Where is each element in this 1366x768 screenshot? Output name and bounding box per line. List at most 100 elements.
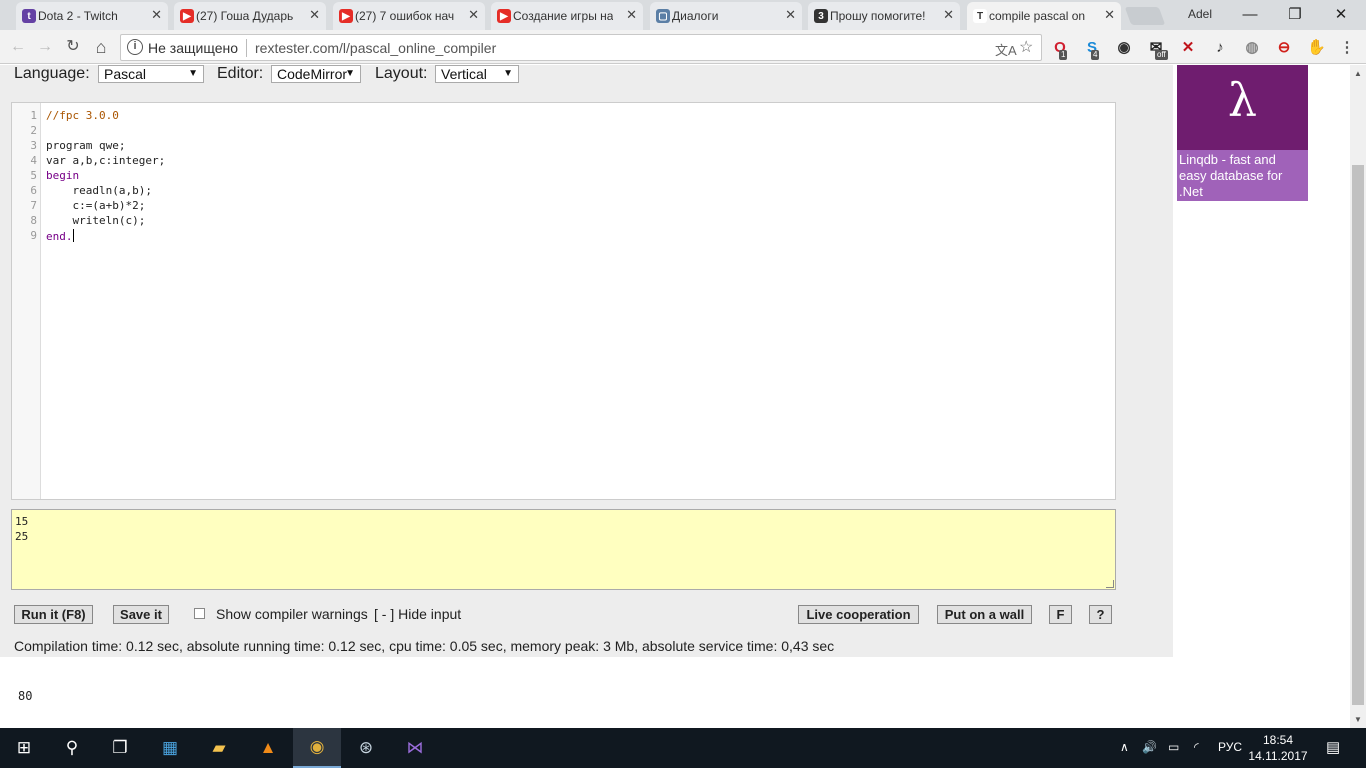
tab-label: Диалоги bbox=[672, 9, 719, 23]
url-text[interactable]: rextester.com/l/pascal_online_compiler bbox=[255, 40, 496, 56]
scroll-down-icon[interactable]: ▼ bbox=[1354, 715, 1362, 724]
youtube-icon: ▶ bbox=[497, 9, 511, 23]
address-bar[interactable]: i Не защищено rextester.com/l/pascal_onl… bbox=[120, 34, 1042, 61]
scroll-up-icon[interactable]: ▲ bbox=[1354, 69, 1362, 78]
code-line: var a,b,c:integer; bbox=[46, 154, 165, 167]
layout-value: Vertical bbox=[441, 66, 487, 82]
advertisement[interactable]: λ Linqdb - fast and easy database for .N… bbox=[1177, 65, 1308, 201]
browser-tab[interactable]: t Dota 2 - Twitch ✕ bbox=[16, 2, 168, 30]
visual-studio-icon[interactable]: ⋈ bbox=[391, 728, 439, 768]
search-icon[interactable]: ⚲ bbox=[48, 728, 96, 768]
input-line: 25 bbox=[15, 530, 29, 543]
minimize-button[interactable]: — bbox=[1227, 4, 1273, 26]
windows-taskbar: ∧ 🔊 ▭ ◜ РУС 18:54 14.11.2017 ▤ ⊞ ⚲ ❐ ▦ ▰ ▲ ◉ ⊛ ⋈ bbox=[0, 728, 1366, 768]
code-line: begin bbox=[46, 169, 79, 182]
chrome-icon[interactable]: ◉ bbox=[293, 728, 341, 768]
file-explorer-icon[interactable]: ▰ bbox=[195, 728, 243, 768]
code-text: writeln(c); bbox=[46, 214, 146, 227]
home-button[interactable]: ⌂ bbox=[90, 36, 112, 58]
save-button[interactable]: Save it bbox=[113, 605, 169, 624]
editor-select[interactable]: CodeMirror ▼ bbox=[271, 65, 361, 83]
browser-tab[interactable]: ▢ Диалоги ✕ bbox=[650, 2, 802, 30]
windows-start-icon[interactable]: ⊞ bbox=[0, 728, 48, 768]
code-text: begin bbox=[46, 169, 80, 182]
control-panel-icon[interactable]: ▦ bbox=[146, 728, 194, 768]
globe-icon[interactable]: ◍ bbox=[1243, 39, 1261, 57]
browser-tab[interactable]: ▶ Создание игры на ✕ bbox=[491, 2, 643, 30]
layout-select[interactable]: Vertical ▼ bbox=[435, 65, 519, 83]
info-icon[interactable]: i bbox=[127, 39, 143, 55]
compiler-panel: Language: Pascal ▼ Editor: CodeMirror ▼ … bbox=[0, 65, 1173, 657]
close-icon[interactable]: ✕ bbox=[468, 8, 479, 22]
task-view-icon[interactable]: ❐ bbox=[96, 728, 144, 768]
input-language[interactable]: РУС bbox=[1218, 740, 1242, 754]
code-text: program qwe; bbox=[46, 139, 126, 152]
maximize-button[interactable]: ❐ bbox=[1272, 4, 1318, 26]
steam-icon[interactable]: ⊛ bbox=[342, 728, 390, 768]
close-icon[interactable]: ✕ bbox=[309, 8, 320, 22]
live-cooperation-button[interactable]: Live cooperation bbox=[798, 605, 919, 624]
scrollbar-thumb[interactable] bbox=[1352, 165, 1364, 705]
run-button[interactable]: Run it (F8) bbox=[14, 605, 93, 624]
code-line: c:=(a+b)*2; bbox=[46, 199, 145, 212]
hide-input-link[interactable]: [ - ] Hide input bbox=[374, 606, 461, 622]
location-icon[interactable]: ◉ bbox=[1115, 39, 1133, 57]
language-value: Pascal bbox=[104, 66, 147, 82]
page-content: Language: Pascal ▼ Editor: CodeMirror ▼ … bbox=[0, 65, 1350, 728]
close-icon[interactable]: ✕ bbox=[151, 8, 162, 22]
x-extension-icon[interactable]: ✕ bbox=[1179, 39, 1197, 57]
chevron-down-icon: ▼ bbox=[188, 68, 198, 79]
red-circle-icon[interactable]: ⊖ bbox=[1275, 39, 1293, 57]
tab-label: (27) 7 ошибок нач bbox=[355, 9, 455, 23]
back-button[interactable]: ← bbox=[7, 36, 29, 58]
forward-button[interactable]: → bbox=[34, 36, 56, 58]
notifications-icon[interactable]: ▤ bbox=[1326, 738, 1340, 756]
browser-tab[interactable]: ▶ (27) Гоша Дударь ✕ bbox=[174, 2, 326, 30]
tab-label: compile pascal on bbox=[989, 9, 1086, 23]
reload-button[interactable]: ↻ bbox=[62, 36, 84, 58]
close-window-button[interactable]: ✕ bbox=[1318, 4, 1364, 26]
code-editor[interactable]: 1 2 3 4 5 6 7 8 9 //fpc 3.0.0 program qwe; var a,b… bbox=[11, 102, 1116, 500]
clock[interactable]: 18:54 14.11.2017 bbox=[1246, 732, 1310, 764]
tray-chevron-icon[interactable]: ∧ bbox=[1120, 740, 1129, 754]
code-line: writeln(c); bbox=[46, 214, 145, 227]
hand-icon[interactable]: ✋ bbox=[1307, 39, 1326, 57]
profile-name[interactable]: Adel bbox=[1188, 7, 1212, 21]
ad-text[interactable]: Linqdb - fast and easy database for .Net bbox=[1177, 150, 1308, 201]
stdin-input[interactable]: 15 25 bbox=[11, 509, 1116, 590]
browser-tab[interactable]: 3 Прошу помогите! ✕ bbox=[808, 2, 960, 30]
help-button[interactable]: ? bbox=[1089, 605, 1112, 624]
address-separator bbox=[246, 39, 247, 57]
close-icon[interactable]: ✕ bbox=[943, 8, 954, 22]
music-icon[interactable]: ♪ bbox=[1211, 39, 1229, 57]
close-icon[interactable]: ✕ bbox=[1104, 8, 1115, 22]
bookmark-star-icon[interactable]: ☆ bbox=[1019, 37, 1033, 57]
page-scrollbar[interactable]: ▲ ▼ bbox=[1350, 65, 1366, 728]
new-tab-button[interactable] bbox=[1124, 7, 1166, 25]
input-line: 15 bbox=[15, 515, 29, 528]
text-cursor bbox=[72, 229, 74, 242]
line-number: 8 bbox=[30, 214, 37, 227]
line-number: 5 bbox=[30, 169, 37, 182]
put-on-wall-button[interactable]: Put on a wall bbox=[937, 605, 1032, 624]
browser-tab[interactable]: Tcompile pascal on ✕ bbox=[967, 2, 1121, 30]
language-select[interactable]: Pascal ▼ bbox=[98, 65, 204, 83]
show-warnings-checkbox[interactable] bbox=[194, 608, 205, 619]
program-output: 80 bbox=[18, 689, 33, 703]
avast-icon[interactable]: ▲ bbox=[244, 728, 292, 768]
menu-icon[interactable]: ⋮ bbox=[1338, 39, 1356, 57]
close-icon[interactable]: ✕ bbox=[626, 8, 637, 22]
line-number-gutter: 1 2 3 4 5 6 7 8 9 bbox=[12, 103, 41, 499]
language-label: Language: bbox=[14, 65, 90, 82]
browser-tab[interactable]: ▶ (27) 7 ошибок нач ✕ bbox=[333, 2, 485, 30]
show-warnings-label: Show compiler warnings bbox=[216, 606, 368, 622]
translate-icon[interactable]: 文A bbox=[995, 40, 1017, 59]
line-number: 3 bbox=[30, 139, 37, 152]
resize-grip-icon[interactable] bbox=[1106, 580, 1114, 588]
volume-icon[interactable]: 🔊 bbox=[1142, 740, 1157, 754]
battery-icon[interactable]: ▭ bbox=[1168, 740, 1179, 754]
line-number: 1 bbox=[30, 109, 37, 122]
f-button[interactable]: F bbox=[1049, 605, 1072, 624]
network-icon[interactable]: ◜ bbox=[1194, 740, 1199, 754]
close-icon[interactable]: ✕ bbox=[785, 8, 796, 22]
